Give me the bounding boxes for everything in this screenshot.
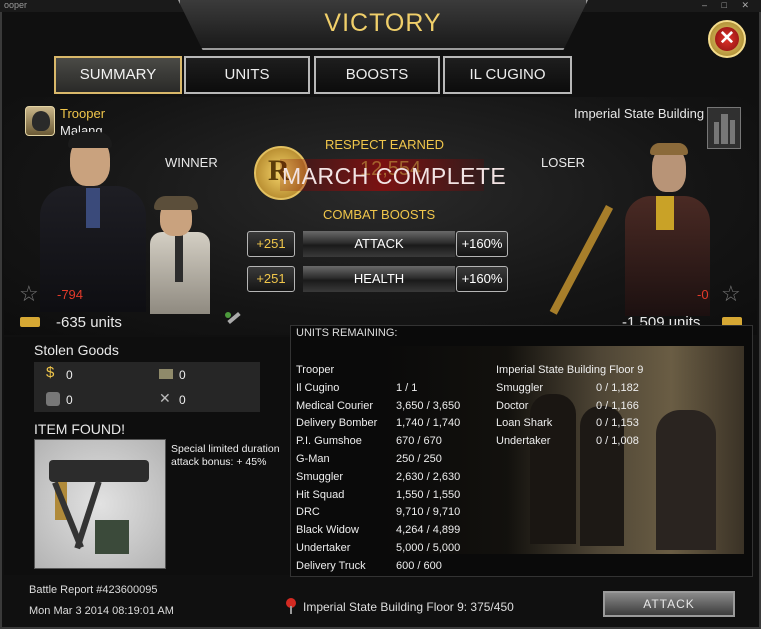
stolen-cash: $ 0: [34, 362, 147, 387]
defender-unit-name: Doctor: [496, 399, 529, 412]
defender-unit-count: 0 / 1,166: [596, 399, 639, 412]
health-boost-plus: +251: [247, 266, 295, 292]
tab-summary[interactable]: SUMMARY: [54, 56, 182, 94]
attacker-unit-count: 1,550 / 1,550: [396, 488, 461, 501]
attacker-unit-name: Smuggler: [296, 470, 344, 483]
machine-gun-icon[interactable]: [34, 439, 166, 569]
attacker-unit-name: Medical Courier: [296, 399, 374, 412]
loser-label: LOSER: [541, 155, 586, 170]
stolen-tools-value: 0: [179, 393, 186, 407]
item-description: Special limited duration attack bonus: +…: [171, 443, 280, 468]
defender-unit-name: Undertaker: [496, 435, 551, 448]
winner-star-icon: ☆: [19, 281, 39, 306]
attacker-unit-count: 2,630 / 2,630: [396, 470, 461, 483]
defender-unit-name: Smuggler: [496, 381, 544, 394]
attacker-unit-count: 600 / 600: [396, 559, 442, 572]
march-complete-text: MARCH COMPLETE: [282, 163, 507, 189]
attacker-unit-name: Trooper: [296, 364, 335, 376]
defender-unit-count: 0 / 1,153: [596, 417, 639, 430]
attack-boost-bar: ATTACK: [303, 231, 455, 257]
attack-boost-plus: +251: [247, 231, 295, 257]
attacker-unit-name: Undertaker: [296, 542, 351, 554]
close-button[interactable]: ✕: [708, 20, 746, 58]
attacker-unit-name: Delivery Truck: [296, 559, 366, 572]
ammo-crate-icon: [159, 369, 173, 379]
attacker-unit-name: G-Man: [296, 453, 330, 465]
map-pin-icon: [286, 598, 296, 614]
attacker-unit-name: DRC: [296, 506, 320, 519]
window-caption: ooper: [4, 0, 28, 10]
attack-boost-percent: +160%: [456, 231, 508, 257]
units-remaining-title: UNITS REMAINING:: [296, 327, 398, 339]
attacker-unit-count: 670 / 670: [396, 435, 442, 448]
combat-boosts-label: COMBAT BOOSTS: [323, 207, 436, 222]
attacker-unit-name: P.I. Gumshoe: [296, 435, 362, 448]
health-boost-bar: HEALTH: [303, 266, 455, 292]
stolen-goods-title: Stolen Goods: [34, 342, 119, 358]
wrench-icon: [225, 310, 241, 326]
stolen-ammo-value: 0: [179, 368, 186, 382]
attacker-unit-count: 9,710 / 9,710: [396, 506, 461, 519]
stolen-cash-value: 0: [66, 368, 73, 382]
attacker-unit-count: 250 / 250: [396, 453, 442, 465]
stolen-tools: ✕ 0: [147, 387, 260, 412]
stolen-ammo: 0: [147, 362, 260, 387]
attacker-unit-count: 5,000 / 5,000: [396, 542, 461, 554]
tab-boosts[interactable]: BOOSTS: [314, 56, 440, 94]
defender-unit-count: 0 / 1,182: [596, 381, 639, 394]
battle-report-date: Mon Mar 3 2014 08:19:01 AM: [29, 605, 174, 617]
item-found-title: ITEM FOUND!: [34, 421, 125, 437]
defender-unit-count: 0 / 1,008: [596, 435, 639, 448]
attacker-unit-count: 1 / 1: [396, 381, 418, 394]
attacker-unit-count: 4,264 / 4,899: [396, 524, 461, 537]
winner-gun-icon: [20, 317, 40, 327]
winner-rank-badge: [25, 106, 55, 136]
defender-unit-name: Imperial State Building Floor 9: [496, 364, 644, 376]
building-icon: [707, 107, 741, 149]
attacker-unit-name: Il Cugino: [296, 381, 340, 394]
defender-unit-name: Loan Shark: [496, 417, 553, 430]
respect-earned-label: RESPECT EARNED: [325, 137, 444, 152]
window-controls[interactable]: – □ ✕: [702, 0, 755, 10]
winner-name[interactable]: Trooper: [60, 106, 105, 121]
tab-il-cugino[interactable]: IL CUGINO: [443, 56, 572, 94]
cash-icon: $: [46, 364, 55, 381]
defender-scene-image: [380, 346, 744, 554]
loser-name[interactable]: Imperial State Building: [574, 106, 704, 121]
winner-label: WINNER: [165, 155, 218, 170]
loser-loss: -0: [697, 287, 709, 302]
winner-loss: -794: [57, 287, 84, 302]
attacker-unit-name: Hit Squad: [296, 488, 345, 501]
attacker-unit-count: 3,650 / 3,650: [396, 399, 461, 412]
winner-units: -635 units: [56, 314, 122, 331]
loser-star-icon: ☆: [721, 281, 741, 306]
stolen-barrel-value: 0: [66, 393, 73, 407]
attacker-unit-count: 1,740 / 1,740: [396, 417, 461, 430]
attack-button[interactable]: ATTACK: [603, 591, 735, 617]
attacker-unit-name: Black Widow: [296, 524, 359, 537]
stolen-barrel: 0: [34, 387, 147, 412]
stolen-goods-grid: $ 0 0 0 ✕ 0: [34, 362, 260, 412]
health-boost-percent: +160%: [456, 266, 508, 292]
eagle-icon: [32, 111, 50, 131]
battle-report-id: Battle Report #423600095: [29, 584, 158, 596]
tab-units[interactable]: UNITS: [184, 56, 310, 94]
target-floor-link[interactable]: Imperial State Building Floor 9: 375/450: [303, 600, 514, 614]
page-title: VICTORY: [324, 9, 442, 37]
attacker-unit-name: Delivery Bomber: [296, 417, 378, 430]
close-icon: ✕: [715, 27, 739, 51]
tools-icon: ✕: [159, 390, 171, 406]
barrel-icon: [46, 392, 60, 406]
